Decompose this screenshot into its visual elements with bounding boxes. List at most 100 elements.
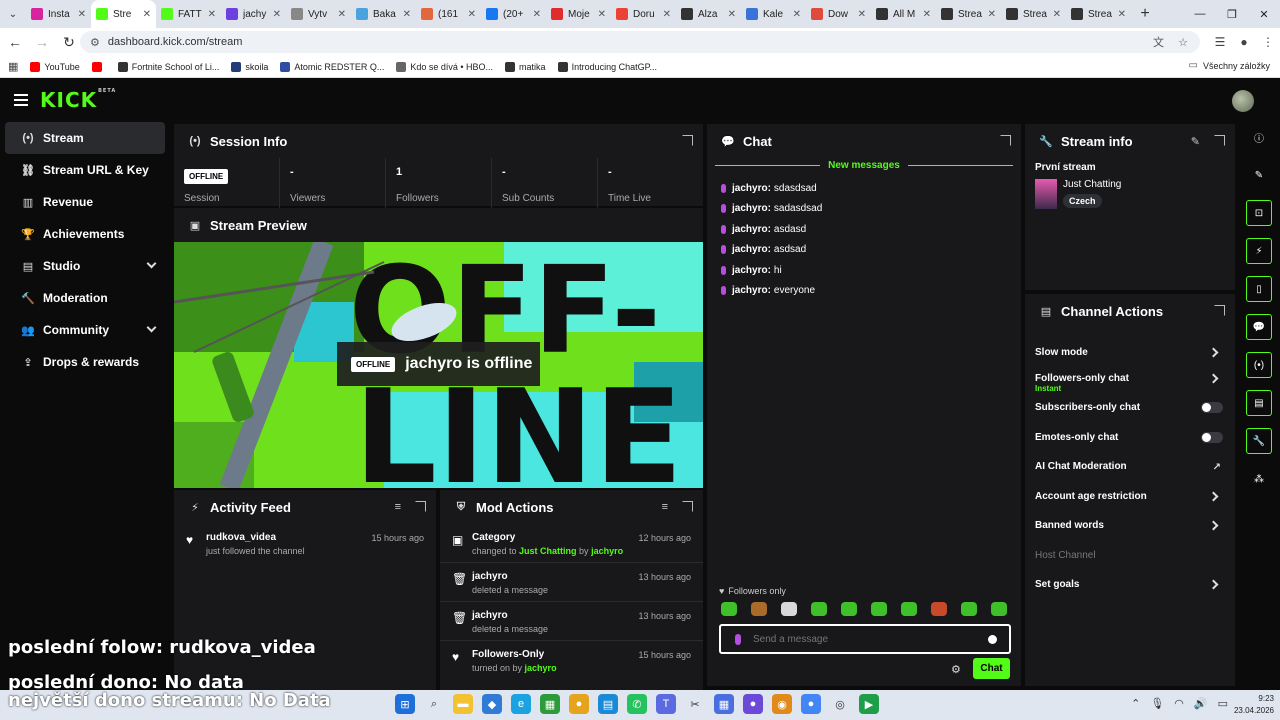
user-avatar[interactable] (1232, 90, 1254, 112)
browser-tab[interactable]: Vytv ✕ (286, 0, 351, 28)
word-icon[interactable]: ▤ (598, 694, 618, 714)
chat-username[interactable]: jachyro: (732, 183, 771, 194)
chat-message-input[interactable] (753, 633, 988, 645)
tab-close-icon[interactable]: ✕ (1053, 9, 1061, 20)
channel-action-account-age-restriction[interactable]: Account age restriction (1025, 482, 1235, 512)
search-icon[interactable]: ⌕ (424, 694, 444, 714)
chat-username[interactable]: jachyro: (732, 265, 771, 276)
browser-tab[interactable]: All M ✕ (871, 0, 936, 28)
rail-wrench-icon[interactable]: 🔧 (1246, 428, 1272, 454)
filter-icon[interactable]: ≡ (662, 501, 668, 513)
site-info-icon[interactable]: ⚙ (90, 36, 100, 49)
close-window-icon[interactable]: ✕ (1248, 0, 1280, 28)
chat-username[interactable]: jachyro: (732, 244, 771, 255)
tab-close-icon[interactable]: ✕ (598, 9, 606, 20)
bookmark-item[interactable]: skoila (231, 61, 268, 72)
bookmark-star-icon[interactable]: ☆ (1178, 36, 1188, 49)
file-explorer-icon[interactable]: ▬ (453, 694, 473, 714)
emote-icon[interactable] (841, 602, 857, 616)
sidebar-item-revenue[interactable]: ▥ Revenue (5, 186, 165, 218)
rail-actions-icon[interactable]: ▤ (1246, 390, 1272, 416)
tab-close-icon[interactable]: ✕ (208, 9, 216, 20)
emote-icon[interactable] (781, 602, 797, 616)
tray-chevron-icon[interactable]: ⌃ (1131, 697, 1140, 710)
wifi-icon[interactable]: ◠ (1174, 697, 1184, 710)
browser-tab[interactable]: FATT ✕ (156, 0, 221, 28)
chat-input-box[interactable] (719, 624, 1011, 654)
bookmark-item[interactable]: Fortnite School of Li... (117, 61, 219, 72)
emote-icon[interactable] (871, 602, 887, 616)
chevron-down-icon[interactable] (146, 322, 157, 333)
chat-app-icon[interactable]: ● (743, 694, 763, 714)
address-bar[interactable]: ⚙ dashboard.kick.com/stream 文 ☆ (80, 31, 1200, 53)
category-name[interactable]: Just Chatting (1063, 179, 1121, 190)
volume-icon[interactable]: 🔊 (1194, 697, 1208, 710)
new-tab-button[interactable]: + (1131, 5, 1159, 23)
rail-mod-icon[interactable]: ▯ (1246, 276, 1272, 302)
tab-close-icon[interactable]: ✕ (1118, 9, 1126, 20)
start-icon[interactable]: ⊞ (395, 694, 415, 714)
browser-tab[interactable]: Alza ✕ (676, 0, 741, 28)
chrome-icon[interactable]: ● (569, 694, 589, 714)
tab-close-icon[interactable]: ✕ (988, 9, 996, 20)
mod-action-highlight[interactable]: Just Chatting (519, 546, 577, 556)
browser-tab[interactable]: Kale ✕ (741, 0, 806, 28)
sidebar-item-moderation[interactable]: 🔨 Moderation (5, 282, 165, 314)
chevron-down-icon[interactable] (146, 258, 157, 269)
rail-broadcast-icon[interactable]: (•) (1246, 352, 1272, 378)
tab-close-icon[interactable]: ✕ (663, 9, 671, 20)
more-widgets-icon[interactable]: ⁂ (1246, 466, 1272, 492)
apps-icon[interactable]: ▦ (8, 60, 18, 73)
browser-tab[interactable]: Strea ✕ (1001, 0, 1066, 28)
sidebar-item-stream-url-key[interactable]: ⛓ Stream URL & Key (5, 154, 165, 186)
toggle-switch[interactable] (1201, 402, 1223, 413)
channel-action-emotes-only-chat[interactable]: Emotes-only chat (1025, 423, 1235, 453)
emote-icon[interactable] (721, 602, 737, 616)
sidebar-item-drops-rewards[interactable]: ⇪ Drops & rewards (5, 346, 165, 378)
chat-username[interactable]: jachyro: (732, 203, 771, 214)
whatsapp-icon[interactable]: ✆ (627, 694, 647, 714)
popout-icon[interactable] (1000, 135, 1011, 146)
minecraft-icon[interactable]: ▦ (540, 694, 560, 714)
tab-close-icon[interactable]: ✕ (728, 9, 736, 20)
edit-pencil-icon[interactable]: ✎ (1191, 135, 1200, 148)
popout-icon[interactable] (682, 135, 693, 146)
kick-logo[interactable]: KICKBETA (40, 88, 116, 112)
edge-icon[interactable]: e (511, 694, 531, 714)
browser-tab[interactable]: (161 ✕ (416, 0, 481, 28)
all-bookmarks[interactable]: ▭ Všechny záložky (1189, 60, 1270, 71)
channel-action-host-channel[interactable]: Host Channel (1025, 541, 1235, 571)
tab-close-icon[interactable]: ✕ (273, 9, 281, 20)
emote-icon[interactable] (751, 602, 767, 616)
sidebar-item-stream[interactable]: (•) Stream (5, 122, 165, 154)
sidebar-item-community[interactable]: 👥 Community (5, 314, 165, 346)
kick-app-icon[interactable]: ▶ (859, 694, 879, 714)
tab-close-icon[interactable]: ✕ (468, 9, 476, 20)
mod-action-highlight[interactable]: jachyro (591, 546, 623, 556)
browser-tab[interactable]: Dow ✕ (806, 0, 871, 28)
chat-settings-gear-icon[interactable]: ⚙ (951, 663, 961, 676)
sidebar-item-studio[interactable]: ▤ Studio (5, 250, 165, 282)
bookmark-item[interactable] (91, 61, 106, 72)
emote-icon[interactable] (931, 602, 947, 616)
restore-icon[interactable]: ❐ (1216, 0, 1248, 28)
system-clock[interactable]: 9:23 23.04.2026 (1234, 693, 1274, 717)
tab-close-icon[interactable]: ✕ (923, 9, 931, 20)
popout-icon[interactable] (415, 501, 426, 512)
tab-search-button[interactable]: ⌄ (0, 0, 26, 28)
emote-icon[interactable] (961, 602, 977, 616)
mic-tray-icon[interactable]: 🎙 (1150, 697, 1164, 710)
browser-tab[interactable]: Baka ✕ (351, 0, 416, 28)
mod-action-highlight[interactable]: jachyro (525, 663, 557, 673)
store-icon[interactable]: ◆ (482, 694, 502, 714)
browser-tab[interactable]: Doru ✕ (611, 0, 676, 28)
tab-close-icon[interactable]: ✕ (78, 9, 86, 20)
browser-tab[interactable]: (20+ ✕ (481, 0, 546, 28)
translate-icon[interactable]: 文 (1153, 34, 1164, 50)
emote-picker-icon[interactable] (988, 634, 997, 644)
bookmark-item[interactable]: Kdo se dívá • HBO... (396, 61, 493, 72)
tab-close-icon[interactable]: ✕ (533, 9, 541, 20)
popout-icon[interactable] (1214, 305, 1225, 316)
browser-tab[interactable]: Stre ✕ (91, 0, 156, 28)
chat-send-button[interactable]: Chat (973, 658, 1010, 679)
